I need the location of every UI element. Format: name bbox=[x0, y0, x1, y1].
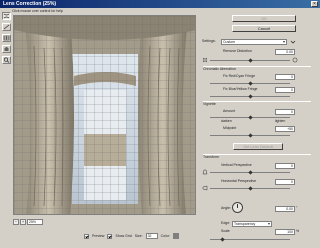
show-grid-label: Show Grid bbox=[115, 234, 132, 238]
red-cyan-label: Fix Red/Cyan Fringe bbox=[223, 74, 256, 78]
horizontal-perspective-thumb[interactable] bbox=[248, 186, 253, 191]
zoom-level-select[interactable]: 25% bbox=[27, 219, 43, 225]
window-title: Lens Correction (25%) bbox=[3, 1, 57, 7]
hand-icon bbox=[4, 47, 9, 51]
settings-panel: OK Cancel Settings: Custom Remove Distor… bbox=[199, 11, 317, 244]
barrel-icon bbox=[292, 57, 298, 63]
divider bbox=[203, 154, 311, 155]
red-cyan-thumb[interactable] bbox=[248, 81, 253, 86]
distortion-icon bbox=[3, 13, 10, 19]
zoom-in-button[interactable]: + bbox=[20, 219, 26, 225]
size-label: Size: bbox=[134, 234, 143, 238]
magnifier-icon bbox=[3, 57, 10, 63]
move-grid-tool[interactable] bbox=[2, 34, 11, 42]
transform-section-title: Transform bbox=[203, 155, 219, 159]
vertical-perspective-icon bbox=[202, 169, 208, 175]
pincushion-icon bbox=[202, 57, 208, 63]
preview-options: Preview Show Grid Size: 32 Color: bbox=[84, 232, 179, 240]
settings-label: Settings: bbox=[202, 39, 216, 43]
vignette-section-title: Vignette bbox=[203, 102, 216, 106]
scale-unit: % bbox=[296, 229, 300, 233]
horizontal-perspective-label: Horizontal Perspective bbox=[221, 179, 257, 183]
show-grid-checkbox[interactable] bbox=[107, 233, 113, 239]
remove-distortion-thumb[interactable] bbox=[248, 58, 253, 63]
hand-tool[interactable] bbox=[2, 45, 11, 53]
settings-select[interactable]: Custom bbox=[221, 39, 287, 45]
title-bar: Lens Correction (25%) × bbox=[0, 0, 320, 8]
edge-label: Edge: bbox=[221, 221, 231, 225]
scale-label: Scale bbox=[221, 229, 230, 233]
lighten-label: lighten bbox=[275, 119, 286, 123]
edge-select[interactable]: Transparency bbox=[232, 221, 272, 227]
preview-label: Preview bbox=[92, 234, 105, 238]
blue-yellow-label: Fix Blue/Yellow Fringe bbox=[223, 87, 258, 91]
grid-icon bbox=[3, 35, 10, 41]
zoom-tool[interactable] bbox=[2, 56, 11, 64]
divider bbox=[203, 101, 311, 102]
close-button[interactable]: × bbox=[311, 1, 318, 7]
angle-label: Angle: bbox=[221, 206, 231, 210]
amount-label: Amount bbox=[223, 109, 236, 113]
preview-photo bbox=[14, 16, 195, 214]
set-lens-default-button[interactable]: Set Lens Default bbox=[233, 143, 283, 150]
midpoint-field[interactable]: +50 bbox=[275, 126, 295, 132]
amount-thumb[interactable] bbox=[248, 115, 253, 120]
scale-thumb[interactable] bbox=[220, 237, 225, 242]
toolbar bbox=[2, 12, 12, 67]
remove-distortion-label: Remove Distortion bbox=[223, 49, 252, 53]
grid-color-swatch[interactable] bbox=[172, 233, 179, 239]
midpoint-thumb[interactable] bbox=[248, 133, 253, 138]
remove-distortion-tool[interactable] bbox=[2, 12, 11, 20]
horizontal-perspective-field[interactable]: 0 bbox=[275, 179, 295, 185]
angle-field[interactable]: 0.00 bbox=[275, 206, 295, 212]
vertical-perspective-thumb[interactable] bbox=[248, 170, 253, 175]
red-cyan-field[interactable]: 0 bbox=[275, 74, 295, 80]
zoom-out-button[interactable]: − bbox=[13, 219, 19, 225]
ok-button[interactable]: OK bbox=[232, 15, 296, 22]
vertical-perspective-field[interactable]: 0 bbox=[275, 163, 295, 169]
preview-checkbox[interactable] bbox=[84, 233, 89, 239]
angle-unit: ° bbox=[296, 206, 298, 210]
straighten-tool[interactable] bbox=[2, 23, 11, 31]
grid-size-field[interactable]: 32 bbox=[145, 233, 158, 239]
blue-yellow-field[interactable]: 0 bbox=[275, 87, 295, 93]
darken-label: darken bbox=[221, 119, 232, 123]
image-preview[interactable] bbox=[13, 15, 196, 215]
cancel-button[interactable]: Cancel bbox=[232, 25, 296, 32]
amount-field[interactable]: 0 bbox=[275, 109, 295, 115]
color-label: Color: bbox=[160, 234, 170, 238]
vertical-perspective-label: Vertical Perspective bbox=[221, 163, 252, 167]
zoom-controls: − + 25% bbox=[13, 218, 43, 226]
scale-field[interactable]: 100 bbox=[275, 229, 295, 235]
chromatic-section-title: Chromatic Aberration bbox=[203, 67, 236, 71]
horizontal-perspective-icon bbox=[202, 185, 208, 191]
remove-distortion-field[interactable]: 0.00 bbox=[275, 49, 295, 55]
midpoint-label: Midpoint bbox=[223, 126, 237, 130]
help-hint: Click mouse over control for help bbox=[12, 9, 63, 13]
blue-yellow-thumb[interactable] bbox=[248, 94, 253, 99]
settings-menu-icon[interactable] bbox=[290, 39, 296, 45]
angle-dial[interactable] bbox=[232, 202, 243, 213]
straighten-icon bbox=[3, 24, 10, 30]
